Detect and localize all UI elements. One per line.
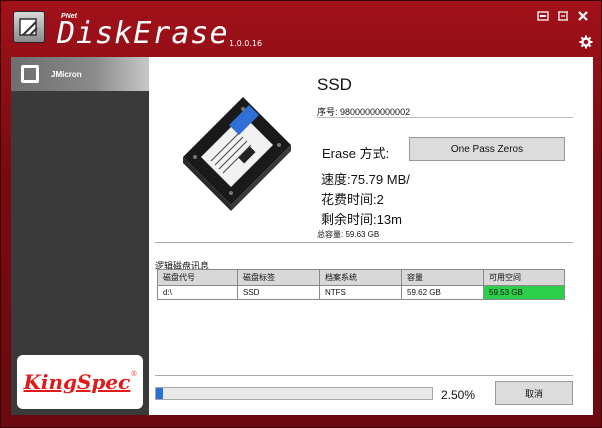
- app-window: PNet DiskErase 1.0.0.16 JMicron KingSpec…: [0, 0, 602, 428]
- column-header: 可用空间: [483, 269, 565, 286]
- restore-icon[interactable]: [535, 9, 551, 23]
- titlebar[interactable]: PNet DiskErase 1.0.0.16: [1, 1, 601, 53]
- device-name: SSD: [317, 75, 352, 94]
- app-version: 1.0.0.16: [229, 39, 263, 48]
- volume-table: 磁盘代号 磁盘标签 档案系统 容量 可用空间 d:\ SSD NTFS 59.6…: [157, 269, 565, 300]
- logo-text: KingSpec: [23, 370, 131, 394]
- kingspec-logo: KingSpec ®: [17, 355, 143, 409]
- total-capacity-text: 总容量: 59.63 GB: [317, 230, 380, 239]
- table-row[interactable]: d:\ SSD NTFS 59.62 GB 59.53 GB: [157, 285, 565, 300]
- free-space-cell: 59.53 GB: [483, 285, 565, 300]
- erase-method-label: Erase 方式:: [322, 146, 390, 161]
- sidebar-item-jmicron[interactable]: JMicron: [11, 57, 149, 91]
- device-sidebar: JMicron KingSpec ®: [11, 57, 149, 415]
- drive-icon: [21, 65, 39, 83]
- main-panel: SSD 序号: 98000000000002 Erase 方式: One Pas…: [149, 57, 585, 415]
- filesystem-cell: NTFS: [319, 285, 402, 300]
- progress-percent: 2.50%: [441, 388, 476, 402]
- column-header: 容量: [401, 269, 484, 286]
- elapsed-time-text: 花费时间:2: [321, 192, 384, 207]
- drive-letter-cell: d:\: [157, 285, 238, 300]
- sidebar-item-label: JMicron: [51, 69, 82, 79]
- logo-reg-mark: ®: [131, 370, 137, 378]
- column-header: 档案系统: [319, 269, 402, 286]
- ssd-drive-image: [183, 97, 291, 211]
- divider: [155, 242, 573, 243]
- app-title: DiskErase: [57, 16, 229, 51]
- capacity-cell: 59.62 GB: [401, 285, 484, 300]
- gear-icon[interactable]: [579, 35, 593, 52]
- column-header: 磁盘代号: [157, 269, 238, 286]
- speed-text: 速度:75.79 MB/: [321, 172, 410, 187]
- erase-method-select[interactable]: One Pass Zeros: [409, 137, 565, 161]
- column-header: 磁盘标签: [237, 269, 320, 286]
- divider: [317, 117, 573, 118]
- volume-label-cell: SSD: [237, 285, 320, 300]
- remaining-time-text: 剩余时间:13m: [321, 212, 402, 227]
- divider: [155, 375, 573, 376]
- progress-fill: [156, 388, 163, 399]
- table-header-row: 磁盘代号 磁盘标签 档案系统 容量 可用空间: [157, 269, 565, 286]
- window-controls: [535, 9, 591, 23]
- scrollbar[interactable]: [585, 57, 593, 415]
- close-icon[interactable]: [575, 9, 591, 23]
- cancel-button[interactable]: 取消: [495, 381, 573, 405]
- erase-progress-bar: [155, 387, 433, 400]
- resize-icon[interactable]: [555, 9, 571, 23]
- app-icon: [13, 11, 45, 43]
